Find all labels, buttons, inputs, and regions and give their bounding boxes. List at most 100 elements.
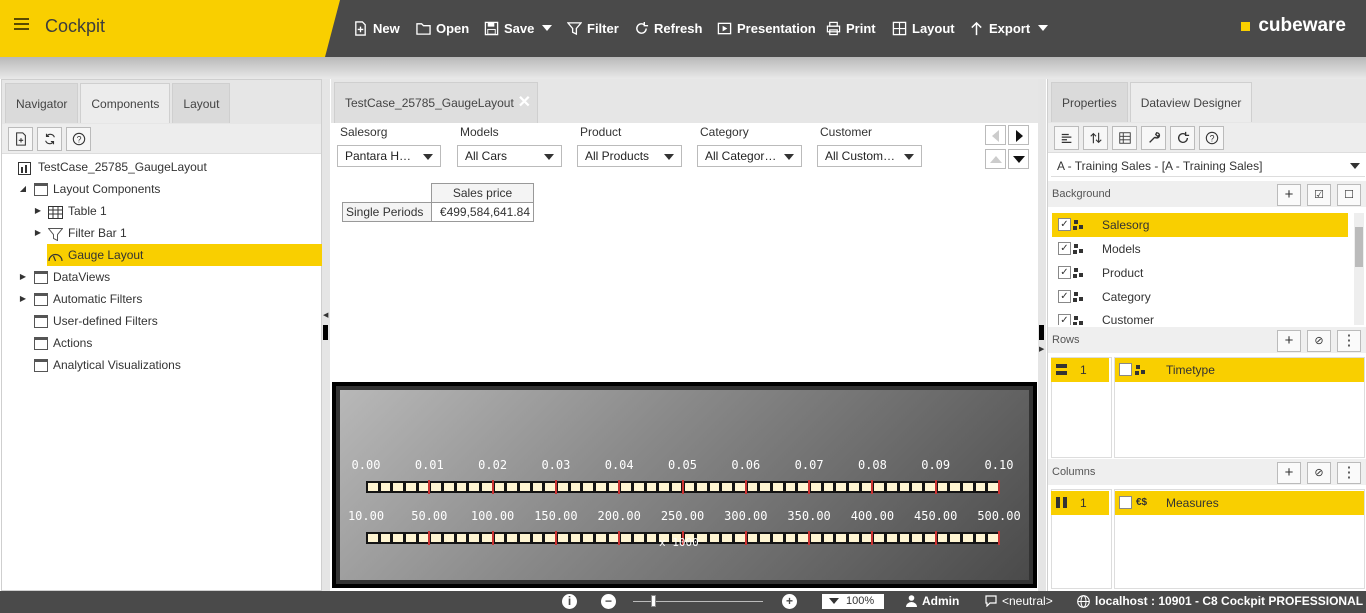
hide-eye-icon[interactable]: ⊘ [1307, 330, 1331, 352]
rows-item-timetype[interactable]: Timetype [1115, 358, 1364, 382]
tree-item-analytical-visualizations[interactable]: Analytical Visualizations [2, 354, 321, 376]
filter-select-customer[interactable]: All Custom… [817, 145, 922, 167]
background-item-models[interactable]: ✓ Models [1052, 237, 1348, 261]
add-component-button[interactable] [8, 127, 33, 151]
more-options-icon[interactable]: ⋮ [1337, 330, 1361, 352]
scroll-down-button[interactable] [1008, 149, 1029, 169]
rows-index-1[interactable]: 1 [1051, 358, 1109, 382]
table-settings-button[interactable] [1112, 126, 1137, 150]
help-button[interactable]: ? [1199, 126, 1224, 150]
background-item-category[interactable]: ✓ Category [1052, 285, 1348, 309]
help-button[interactable]: ? [66, 127, 91, 151]
filter-select-models[interactable]: All Cars [457, 145, 562, 167]
filter-button[interactable]: Filter [567, 18, 619, 38]
left-splitter[interactable]: ◀ [322, 79, 330, 591]
filter-select-product[interactable]: All Products [577, 145, 682, 167]
new-button[interactable]: New [353, 18, 400, 38]
export-dropdown-icon[interactable] [1038, 25, 1049, 31]
columns-index-1[interactable]: 1 [1051, 491, 1109, 515]
tree-item-gauge-layout[interactable]: Gauge Layout [47, 244, 322, 266]
hide-eye-icon[interactable]: ⊘ [1307, 462, 1331, 484]
language-indicator[interactable]: <neutral> [985, 594, 1053, 608]
add-icon[interactable]: + [1277, 462, 1301, 484]
checkbox[interactable] [1119, 496, 1132, 509]
splitter-handle[interactable] [323, 325, 328, 340]
open-button[interactable]: Open [416, 18, 469, 38]
dataview-select[interactable]: A - Training Sales - [A - Training Sales… [1051, 155, 1365, 177]
checkbox[interactable] [1119, 363, 1132, 376]
checkbox[interactable]: ✓ [1058, 290, 1071, 303]
more-options-icon[interactable]: ⋮ [1337, 462, 1361, 484]
add-icon[interactable]: + [1277, 184, 1301, 206]
hamburger-menu-icon[interactable] [14, 18, 29, 30]
columns-item-measures[interactable]: €$ Measures [1115, 491, 1364, 515]
checkbox[interactable]: ✓ [1058, 218, 1071, 231]
align-left-button[interactable] [1054, 126, 1079, 150]
tree-item-root[interactable]: TestCase_25785_GaugeLayout [2, 156, 321, 178]
scrollbar-thumb[interactable] [1355, 227, 1363, 267]
tree-item-layout-components[interactable]: ◢ Layout Components [2, 178, 321, 200]
tree-item-dataviews[interactable]: ▶ DataViews [2, 266, 321, 288]
item-label: Salesorg [1102, 218, 1150, 232]
table-cell[interactable]: €499,584,641.84 [431, 202, 534, 222]
background-item-salesorg[interactable]: ✓ Salesorg [1052, 213, 1348, 237]
linear-gauge[interactable]: 0.00 0.01 0.02 0.03 0.04 0.05 0.06 0.07 0.08 0.09… [336, 386, 1033, 584]
tree-item-actions[interactable]: Actions [2, 332, 321, 354]
zoom-in-button[interactable]: + [782, 594, 797, 609]
background-item-customer[interactable]: ✓ Customer [1052, 309, 1348, 325]
tree-item-automatic-filters[interactable]: ▶ Automatic Filters [2, 288, 321, 310]
checkbox[interactable]: ✓ [1058, 266, 1071, 279]
tab-layout[interactable]: Layout [172, 83, 231, 123]
gauge-scale-segment [557, 483, 568, 491]
right-splitter[interactable]: ▶ [1038, 79, 1046, 591]
refresh-button[interactable]: Refresh [634, 18, 702, 38]
tools-button[interactable] [1141, 126, 1166, 150]
expand-arrow-icon[interactable]: ▶ [19, 288, 27, 310]
scroll-up-button[interactable] [985, 149, 1006, 169]
gauge-scale-segment [519, 534, 530, 542]
zoom-select[interactable]: 100% [822, 594, 884, 609]
table-row-header[interactable]: Single Periods [342, 202, 432, 222]
tab-properties[interactable]: Properties [1051, 82, 1128, 122]
tab-dataview-designer[interactable]: Dataview Designer [1129, 82, 1253, 122]
checkbox[interactable]: ✓ [1058, 242, 1071, 255]
layout-button[interactable]: Layout [892, 18, 955, 38]
add-icon[interactable]: + [1277, 330, 1301, 352]
collapse-right-icon[interactable]: ▶ [1039, 345, 1044, 353]
document-tab[interactable]: TestCase_25785_GaugeLayout ✕ [334, 82, 538, 123]
expand-arrow-icon[interactable]: ▶ [34, 222, 42, 244]
expand-arrow-icon[interactable]: ▶ [34, 200, 42, 222]
reload-button[interactable] [1170, 126, 1195, 150]
table-column-header[interactable]: Sales price [431, 183, 534, 203]
info-button[interactable]: i [562, 594, 577, 609]
scroll-left-button[interactable] [985, 125, 1006, 145]
expand-arrow-icon[interactable]: ▶ [19, 266, 27, 288]
close-icon[interactable]: ✕ [518, 83, 531, 123]
tree-item-table1[interactable]: ▶ Table 1 [2, 200, 321, 222]
tree-item-filterbar1[interactable]: ▶ Filter Bar 1 [2, 222, 321, 244]
background-item-product[interactable]: ✓ Product [1052, 261, 1348, 285]
uncheck-all-icon[interactable]: ☐ [1337, 184, 1361, 206]
sort-button[interactable] [1083, 126, 1108, 150]
presentation-button[interactable]: Presentation [717, 18, 816, 38]
save-dropdown-icon[interactable] [542, 25, 553, 31]
collapse-left-icon[interactable]: ◀ [323, 311, 328, 319]
export-button[interactable]: Export [969, 18, 1049, 38]
tree-item-user-defined-filters[interactable]: User-defined Filters [2, 310, 321, 332]
checkbox[interactable]: ✓ [1058, 314, 1071, 325]
zoom-slider-handle[interactable] [651, 595, 656, 607]
splitter-handle[interactable] [1039, 325, 1044, 340]
scroll-right-button[interactable] [1008, 125, 1029, 145]
check-all-icon[interactable]: ☑ [1307, 184, 1331, 206]
tab-navigator[interactable]: Navigator [5, 83, 79, 123]
background-scrollbar[interactable] [1354, 213, 1364, 325]
filter-select-category[interactable]: All Categor… [697, 145, 802, 167]
filter-select-salesorg[interactable]: Pantara H… [337, 145, 441, 167]
collapse-arrow-icon[interactable]: ◢ [19, 178, 27, 200]
zoom-out-button[interactable]: − [601, 594, 616, 609]
user-indicator[interactable]: Admin [906, 594, 959, 608]
refresh-tree-button[interactable] [37, 127, 62, 151]
print-button[interactable]: Print [826, 18, 876, 38]
save-button[interactable]: Save [484, 18, 553, 38]
tab-components[interactable]: Components [80, 83, 171, 123]
